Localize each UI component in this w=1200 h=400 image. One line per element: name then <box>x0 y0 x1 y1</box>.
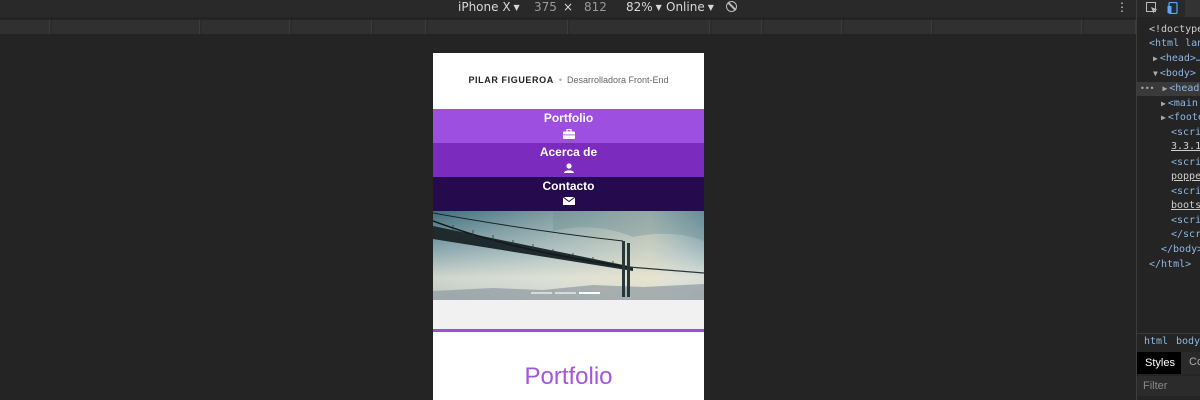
device-toolbar-toggle-icon[interactable] <box>1167 2 1179 14</box>
breadcrumb-item[interactable]: html <box>1144 336 1168 347</box>
dom-node[interactable]: <scri <box>1171 185 1200 199</box>
media-query-segment[interactable] <box>0 20 50 34</box>
dom-node[interactable]: </html> <box>1149 258 1191 272</box>
expand-triangle-icon[interactable]: ▶ <box>1153 54 1158 63</box>
tab-styles[interactable]: Styles <box>1137 352 1181 374</box>
dom-attr-link[interactable]: boots <box>1171 199 1200 213</box>
devtools-device-mode-window: iPhone X ▼ 375 × 812 82% ▼ Online ▼ ⋮ PILAR… <box>0 0 1200 400</box>
chevron-down-icon: ▼ <box>707 3 714 12</box>
carousel-indicator[interactable] <box>555 292 576 294</box>
mobile-viewport: PILAR FIGUEROA • Desarrolladora Front-End … <box>433 53 704 400</box>
dom-node[interactable]: <html lan <box>1149 37 1200 51</box>
dom-node-text: <main <box>1167 98 1198 109</box>
nav-label: Contacto <box>542 179 595 193</box>
dom-node-text: <foote <box>1167 112 1200 123</box>
brand[interactable]: PILAR FIGUEROA • Desarrolladora Front-End <box>433 75 704 85</box>
elements-tab[interactable] <box>1185 0 1200 17</box>
expand-triangle-icon[interactable]: ▶ <box>1162 84 1167 93</box>
styles-tabbar: Styles Co <box>1137 352 1200 374</box>
media-query-segment[interactable] <box>570 20 710 34</box>
media-query-segment[interactable] <box>428 20 568 34</box>
dom-node-menu[interactable]: ••• <box>1140 84 1154 93</box>
dom-node[interactable]: <scri <box>1171 126 1200 140</box>
media-query-segment[interactable] <box>764 20 842 34</box>
dimension-separator: × <box>563 0 574 14</box>
carousel-indicator-active[interactable] <box>579 292 600 294</box>
nav-label: Acerca de <box>539 145 598 159</box>
section-title: Portfolio <box>524 363 613 390</box>
dom-attr-link[interactable]: poppe <box>1171 170 1200 184</box>
collapse-triangle-icon[interactable]: ▼ <box>1153 69 1158 78</box>
rotate-disabled-icon[interactable] <box>726 1 737 12</box>
tab-computed[interactable]: Co <box>1189 356 1200 368</box>
media-query-bar <box>0 20 1136 34</box>
zoom-select[interactable]: 82% ▼ <box>626 0 662 15</box>
nav-item-portfolio[interactable]: Portfolio <box>433 109 704 143</box>
brand-tagline: Desarrolladora Front-End <box>567 75 669 85</box>
section-divider <box>433 329 704 332</box>
breadcrumb: html body <box>1137 333 1200 349</box>
dom-node[interactable]: ▶ <head>… <box>1153 52 1200 66</box>
dom-node-text: <heade <box>1169 83 1200 94</box>
dom-node[interactable]: ▶ <main <box>1161 97 1198 111</box>
media-query-segment[interactable] <box>52 20 200 34</box>
brand-separator: • <box>558 75 562 85</box>
styles-filter-input[interactable]: Filter <box>1137 376 1200 396</box>
brand-name: PILAR FIGUEROA <box>468 75 554 85</box>
media-query-segment[interactable] <box>934 20 1082 34</box>
media-query-segment[interactable] <box>844 20 932 34</box>
media-query-segment[interactable] <box>292 20 372 34</box>
media-query-segment[interactable] <box>202 20 290 34</box>
carousel-indicator[interactable] <box>531 292 552 294</box>
nav-item-about[interactable]: Acerca de <box>433 143 704 177</box>
height-input[interactable]: 812 <box>584 0 607 15</box>
envelope-icon <box>562 197 575 205</box>
site-header: PILAR FIGUEROA • Desarrolladora Front-End <box>433 53 704 109</box>
dom-node[interactable]: <!doctype <box>1149 23 1200 37</box>
dom-node[interactable]: <scri <box>1171 214 1200 228</box>
dom-node[interactable]: </scr <box>1171 228 1200 242</box>
hero-carousel[interactable] <box>433 211 704 300</box>
media-query-segment[interactable] <box>712 20 762 34</box>
device-toolbar: iPhone X ▼ 375 × 812 82% ▼ Online ▼ ⋮ <box>0 0 1136 17</box>
device-label: iPhone X <box>458 0 511 14</box>
dom-node-text: <head>… <box>1159 53 1200 64</box>
width-input[interactable]: 375 <box>534 0 557 15</box>
nav-item-contact[interactable]: Contacto <box>433 177 704 211</box>
network-label: Online <box>666 0 705 14</box>
hero-bottom-band <box>433 300 704 329</box>
chevron-down-icon: ▼ <box>513 3 520 12</box>
dom-node[interactable]: ▶<foote <box>1161 111 1200 125</box>
devtools-panel: <!doctype <html lan ▶ <head>… ▼ <body> •••… <box>1136 0 1200 400</box>
carousel-indicators <box>531 279 603 298</box>
expand-triangle-icon[interactable]: ▶ <box>1161 113 1166 122</box>
more-options-icon[interactable]: ⋮ <box>1116 0 1128 14</box>
network-throttle-select[interactable]: Online ▼ <box>666 0 714 15</box>
dom-node-text: <body> <box>1159 68 1196 79</box>
user-icon <box>563 163 574 173</box>
dom-node[interactable]: </body> <box>1161 243 1200 257</box>
devtools-toolbar <box>1137 0 1200 17</box>
dom-node[interactable]: ▼ <body> <box>1153 67 1196 81</box>
dom-attr-link[interactable]: 3.3.1 <box>1171 140 1200 154</box>
dom-node-selected[interactable]: ••• ▶<heade <box>1137 82 1200 96</box>
media-query-segment[interactable] <box>1084 20 1136 34</box>
zoom-label: 82% <box>626 0 653 14</box>
device-select[interactable]: iPhone X ▼ <box>458 0 520 15</box>
dom-node[interactable]: <scri <box>1171 156 1200 170</box>
breadcrumb-item[interactable]: body <box>1176 336 1200 347</box>
inspect-element-icon[interactable] <box>1146 2 1158 14</box>
briefcase-icon <box>562 129 575 139</box>
nav-label: Portfolio <box>543 111 594 125</box>
main-nav: Portfolio Acerca de Contacto <box>433 109 704 211</box>
chevron-down-icon: ▼ <box>655 3 662 12</box>
media-query-segment[interactable] <box>374 20 426 34</box>
expand-triangle-icon[interactable]: ▶ <box>1161 99 1166 108</box>
